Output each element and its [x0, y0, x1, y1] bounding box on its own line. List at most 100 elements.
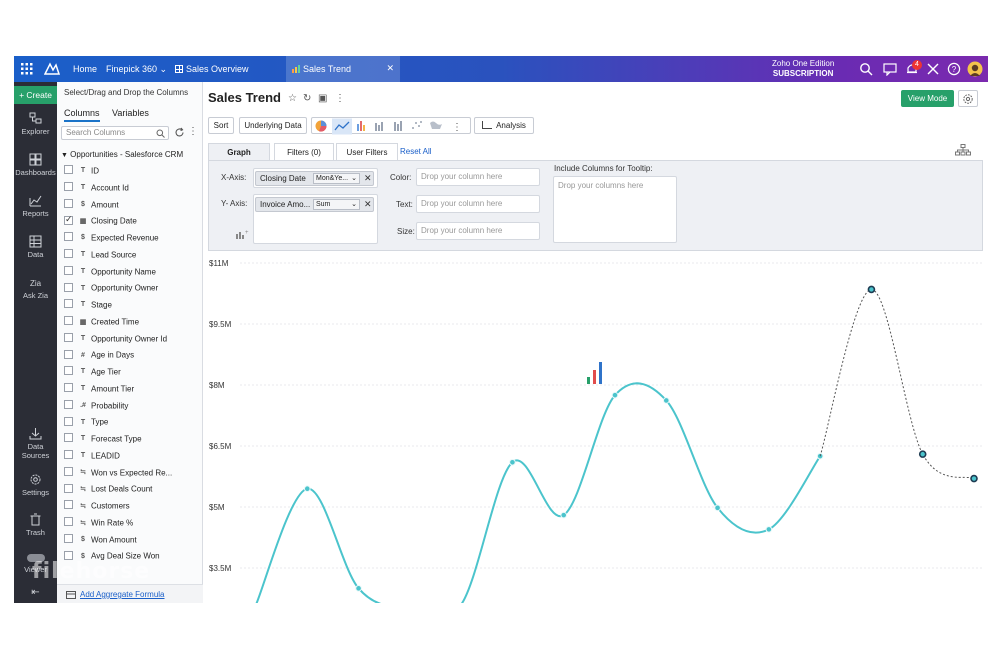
column-checkbox[interactable]	[64, 483, 73, 493]
data-point[interactable]	[611, 391, 619, 399]
scatter-chart-icon[interactable]	[412, 121, 422, 129]
pie-chart-icon[interactable]	[315, 120, 327, 132]
column-item[interactable]: T Opportunity Owner Id	[64, 332, 167, 348]
settings-button[interactable]	[958, 90, 978, 107]
column-item[interactable]: $ Amount	[64, 198, 119, 214]
analysis-button[interactable]: Analysis	[474, 117, 534, 134]
add-y-axis-icon[interactable]: +	[235, 229, 249, 239]
x-axis-column-pill[interactable]: Closing Date Mon&Ye... ⌄ ✕	[255, 171, 374, 186]
column-item[interactable]: ≒ Customers	[64, 500, 130, 515]
data-point[interactable]	[970, 474, 978, 483]
column-checkbox[interactable]	[64, 165, 73, 175]
more-options-icon[interactable]: ⋮	[335, 93, 345, 104]
create-button[interactable]: + Create	[14, 86, 57, 104]
add-aggregate-formula-link[interactable]: Add Aggregate Formula	[80, 590, 165, 599]
column-item[interactable]: T Account Id	[64, 182, 129, 197]
column-item[interactable]: ▦ Created Time	[64, 316, 139, 331]
column-item[interactable]: T Opportunity Name	[64, 265, 156, 281]
column-checkbox[interactable]	[64, 416, 73, 426]
workspace-dropdown[interactable]: Finepick 360 ⌄	[106, 64, 167, 75]
nav-settings[interactable]: Settings	[14, 473, 57, 497]
x-axis-drop-zone[interactable]: Closing Date Mon&Ye... ⌄ ✕	[253, 168, 378, 188]
more-chart-types-icon[interactable]: ⋮	[452, 122, 462, 133]
column-checkbox[interactable]	[64, 466, 73, 476]
column-checkbox[interactable]	[64, 383, 73, 393]
data-point[interactable]	[816, 452, 824, 460]
column-checkbox[interactable]	[64, 299, 73, 309]
data-point[interactable]	[355, 585, 362, 592]
help-icon[interactable]: ?	[947, 62, 961, 76]
data-point[interactable]	[560, 511, 568, 519]
tab-filters[interactable]: Filters (0)	[274, 143, 334, 160]
stacked-bar-icon[interactable]	[375, 122, 383, 131]
zoho-analytics-logo-icon[interactable]	[44, 61, 60, 75]
column-checkbox[interactable]	[64, 517, 73, 527]
chat-icon[interactable]	[883, 62, 897, 76]
column-checkbox[interactable]	[64, 450, 73, 460]
column-item[interactable]: ▦ Closing Date	[64, 214, 137, 230]
bar-chart-icon[interactable]	[357, 121, 365, 131]
app-grid-icon[interactable]	[21, 63, 33, 75]
reset-all-link[interactable]: Reset All	[400, 143, 432, 160]
remove-x-axis-icon[interactable]: ✕	[364, 172, 372, 185]
map-chart-icon[interactable]	[430, 121, 442, 130]
column-item[interactable]: ≒ Won vs Expected Re...	[64, 466, 172, 482]
more-options-icon[interactable]: ⋮	[188, 126, 198, 137]
column-checkbox[interactable]	[64, 249, 73, 259]
tab-sales-overview[interactable]: Sales Overview	[169, 56, 255, 82]
y-axis-column-pill[interactable]: Invoice Amo... Sum ⌄ ✕	[255, 197, 374, 212]
column-checkbox[interactable]	[64, 366, 73, 376]
column-item[interactable]: ≒ Lost Deals Count	[64, 483, 152, 498]
nav-ask-zia[interactable]: Zia Ask Zia	[14, 276, 57, 300]
underlying-data-button[interactable]: Underlying Data	[239, 117, 307, 134]
column-item[interactable]: T Forecast Type	[64, 433, 142, 448]
sort-button[interactable]: Sort	[208, 117, 234, 134]
nav-dashboards[interactable]: Dashboards	[14, 153, 57, 177]
column-checkbox[interactable]	[64, 349, 73, 359]
column-checkbox[interactable]	[64, 433, 73, 443]
tab-variables[interactable]: Variables	[112, 108, 149, 118]
tab-user-filters[interactable]: User Filters	[336, 143, 398, 160]
column-checkbox[interactable]	[64, 282, 73, 292]
column-checkbox[interactable]	[64, 500, 73, 510]
reload-icon[interactable]: ↻	[303, 93, 311, 104]
tab-columns[interactable]: Columns	[64, 108, 100, 122]
subscription-link[interactable]: SUBSCRIPTION	[772, 69, 834, 79]
column-item[interactable]: T ID	[64, 165, 99, 180]
column-item[interactable]: T Stage	[64, 299, 112, 314]
save-icon[interactable]: ▣	[318, 93, 327, 104]
color-drop-zone[interactable]: Drop your column here	[416, 168, 540, 186]
column-checkbox[interactable]	[64, 198, 73, 208]
tools-icon[interactable]	[926, 62, 940, 76]
column-item[interactable]: ≒ Win Rate %	[64, 517, 133, 532]
nav-trash[interactable]: Trash	[14, 513, 57, 537]
data-point[interactable]	[662, 397, 670, 404]
nav-data-sources[interactable]: Data Sources	[14, 427, 57, 460]
hierarchy-icon[interactable]	[955, 144, 971, 156]
data-point[interactable]	[509, 458, 516, 466]
column-item[interactable]: $ Won Amount	[64, 533, 137, 549]
column-checkbox[interactable]	[64, 232, 73, 242]
column-item[interactable]: T Type	[64, 416, 108, 431]
column-item[interactable]: T Amount Tier	[64, 383, 134, 398]
data-source-header[interactable]: ▼ Opportunities - Salesforce CRM	[61, 150, 183, 159]
column-checkbox[interactable]	[64, 399, 73, 409]
column-checkbox[interactable]	[64, 265, 73, 275]
tooltip-drop-zone[interactable]: Drop your columns here	[553, 176, 677, 243]
column-checkbox[interactable]	[64, 316, 73, 326]
remove-y-axis-icon[interactable]: ✕	[364, 198, 372, 211]
nav-reports[interactable]: Reports	[14, 194, 57, 218]
search-icon[interactable]	[859, 62, 873, 76]
data-point[interactable]	[765, 526, 773, 533]
home-link[interactable]: Home	[73, 64, 97, 74]
column-item[interactable]: # Age in Days	[64, 349, 134, 364]
star-icon[interactable]: ☆	[288, 93, 297, 104]
y-axis-function-select[interactable]: Sum ⌄	[313, 199, 360, 210]
column-checkbox[interactable]	[64, 182, 73, 192]
column-checkbox[interactable]	[64, 533, 73, 543]
nav-explorer[interactable]: Explorer	[14, 112, 57, 136]
data-point[interactable]	[714, 504, 721, 512]
refresh-icon[interactable]	[174, 127, 185, 138]
data-point[interactable]	[303, 485, 311, 492]
search-columns-input[interactable]: Search Columns	[61, 126, 169, 140]
